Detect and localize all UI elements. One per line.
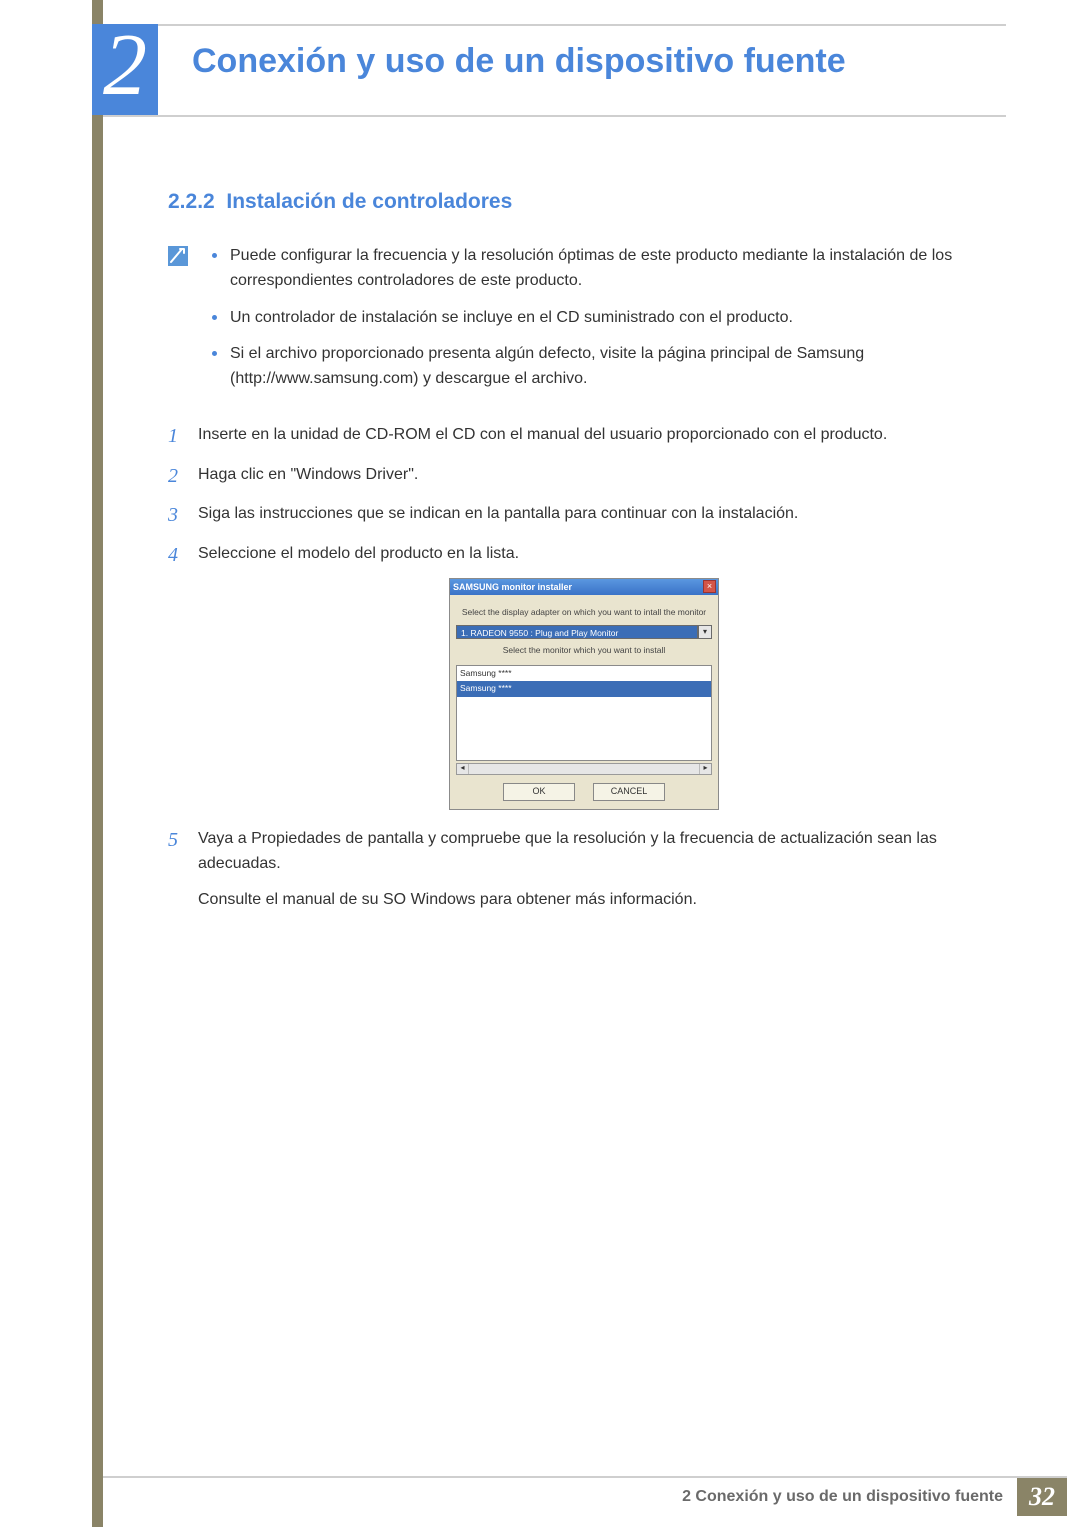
- step-text: Inserte en la unidad de CD-ROM el CD con…: [198, 426, 887, 443]
- section-title: Instalación de controladores: [226, 190, 512, 213]
- list-item[interactable]: Samsung ****: [457, 666, 711, 682]
- page-footer: 2 Conexión y uso de un dispositivo fuent…: [103, 1478, 1067, 1516]
- chapter-number-badge: 2: [92, 24, 158, 115]
- scroll-track[interactable]: [469, 764, 699, 774]
- section-heading: 2.2.2 Instalación de controladores: [168, 190, 970, 214]
- chevron-down-icon[interactable]: ▾: [698, 625, 712, 639]
- note-item: Un controlador de instalación se incluye…: [208, 306, 970, 331]
- scroll-left-icon[interactable]: ◂: [457, 764, 469, 774]
- installer-dialog: SAMSUNG monitor installer × Select the d…: [449, 578, 719, 809]
- steps-list: 1 Inserte en la unidad de CD-ROM el CD co…: [168, 422, 970, 912]
- adapter-dropdown[interactable]: 1. RADEON 9550 : Plug and Play Monitor ▾: [456, 625, 712, 639]
- step-text: Siga las instrucciones que se indican en…: [198, 505, 798, 522]
- note-block: Puede configurar la frecuencia y la reso…: [168, 244, 970, 404]
- close-icon[interactable]: ×: [703, 580, 716, 593]
- cancel-button[interactable]: CANCEL: [593, 783, 665, 801]
- step-text: Vaya a Propiedades de pantalla y comprue…: [198, 830, 937, 873]
- left-accent-strip: [92, 0, 103, 1527]
- step-number: 3: [168, 499, 178, 531]
- note-list: Puede configurar la frecuencia y la reso…: [208, 244, 970, 404]
- scroll-right-icon[interactable]: ▸: [699, 764, 711, 774]
- note-icon: [168, 246, 188, 266]
- note-item: Puede configurar la frecuencia y la reso…: [208, 244, 970, 294]
- installer-screenshot: SAMSUNG monitor installer × Select the d…: [198, 578, 970, 809]
- installer-title: SAMSUNG monitor installer: [453, 580, 572, 594]
- installer-button-row: OK CANCEL: [456, 775, 712, 801]
- content-column: 2.2.2 Instalación de controladores Puede…: [168, 190, 970, 926]
- step-text: Haga clic en "Windows Driver".: [198, 466, 418, 483]
- step-text: Seleccione el modelo del producto en la …: [198, 545, 519, 562]
- installer-adapter-label: Select the display adapter on which you …: [456, 601, 712, 625]
- step-item: 4 Seleccione el modelo del producto en la…: [168, 541, 970, 810]
- step-number: 5: [168, 824, 178, 856]
- step-number: 1: [168, 420, 178, 452]
- step-number: 4: [168, 539, 178, 571]
- chapter-number: 2: [103, 22, 147, 110]
- step-item: 1Inserte en la unidad de CD-ROM el CD co…: [168, 422, 970, 448]
- monitor-listbox[interactable]: Samsung **** Samsung ****: [456, 665, 712, 761]
- step-number: 2: [168, 460, 178, 492]
- top-rule-lower: [103, 115, 1006, 117]
- horizontal-scrollbar[interactable]: ◂ ▸: [456, 763, 712, 775]
- page-number-badge: 32: [1017, 1478, 1067, 1516]
- installer-body: Select the display adapter on which you …: [450, 595, 718, 808]
- chapter-title: Conexión y uso de un dispositivo fuente: [192, 42, 1000, 81]
- step-item: 3Siga las instrucciones que se indican e…: [168, 501, 970, 527]
- section-number: 2.2.2: [168, 190, 215, 213]
- step-item: 2Haga clic en "Windows Driver".: [168, 462, 970, 488]
- step-item: 5 Vaya a Propiedades de pantalla y compru…: [168, 826, 970, 913]
- list-item[interactable]: Samsung ****: [457, 681, 711, 697]
- adapter-selected: 1. RADEON 9550 : Plug and Play Monitor: [456, 625, 698, 639]
- note-item: Si el archivo proporcionado presenta alg…: [208, 342, 970, 392]
- top-rule: [103, 24, 1006, 26]
- installer-titlebar: SAMSUNG monitor installer ×: [450, 579, 718, 595]
- footer-text: 2 Conexión y uso de un dispositivo fuent…: [103, 1478, 1017, 1516]
- installer-monitor-label: Select the monitor which you want to ins…: [456, 639, 712, 663]
- step-subtext: Consulte el manual de su SO Windows para…: [198, 887, 970, 913]
- ok-button[interactable]: OK: [503, 783, 575, 801]
